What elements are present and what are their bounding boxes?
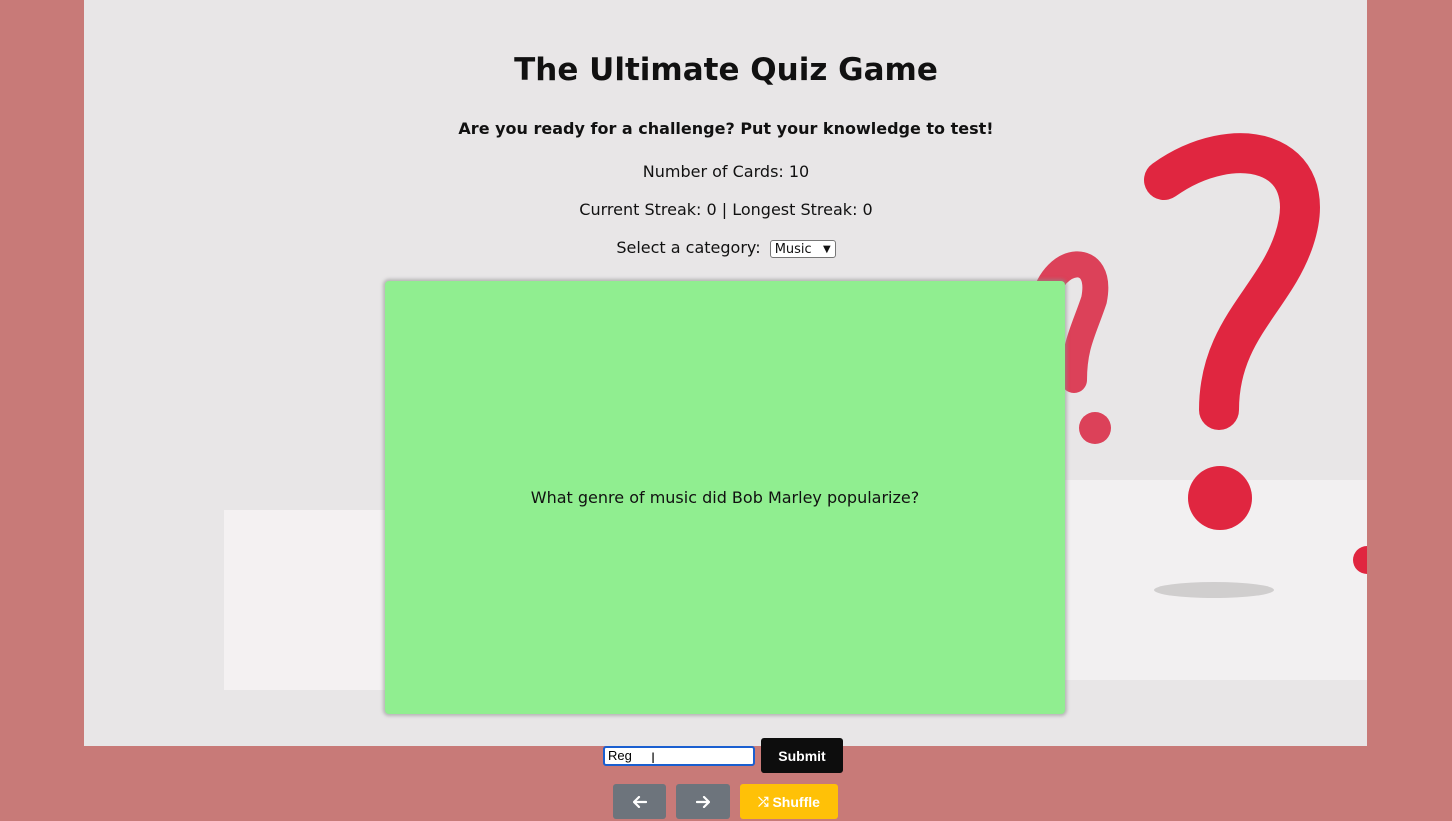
previous-button[interactable]	[613, 784, 666, 819]
arrow-right-icon	[696, 795, 710, 808]
next-button[interactable]	[676, 784, 730, 819]
answer-input[interactable]: Reg	[603, 746, 755, 766]
page-subtitle: Are you ready for a challenge? Put your …	[458, 119, 994, 138]
category-label: Select a category:	[616, 238, 761, 257]
flashcard-question: What genre of music did Bob Marley popul…	[530, 488, 920, 507]
submit-button[interactable]: Submit	[761, 738, 843, 773]
category-row: Select a category: Music ▼	[0, 238, 1452, 258]
page-title: The Ultimate Quiz Game	[514, 52, 938, 88]
chevron-down-icon: ▼	[822, 243, 831, 255]
shuffle-button[interactable]: ⤮ Shuffle	[740, 784, 838, 819]
shuffle-icon: ⤮	[758, 793, 769, 809]
arrow-left-icon	[632, 795, 647, 808]
cards-count: Number of Cards: 10	[642, 162, 810, 181]
category-selected-value: Music	[774, 241, 812, 257]
category-select[interactable]: Music ▼	[769, 239, 836, 258]
text-cursor-icon: I	[651, 751, 656, 767]
flashcard[interactable]: What genre of music did Bob Marley popul…	[385, 281, 1065, 714]
streak-status: Current Streak: 0 | Longest Streak: 0	[579, 200, 873, 219]
shuffle-label: Shuffle	[772, 793, 820, 810]
